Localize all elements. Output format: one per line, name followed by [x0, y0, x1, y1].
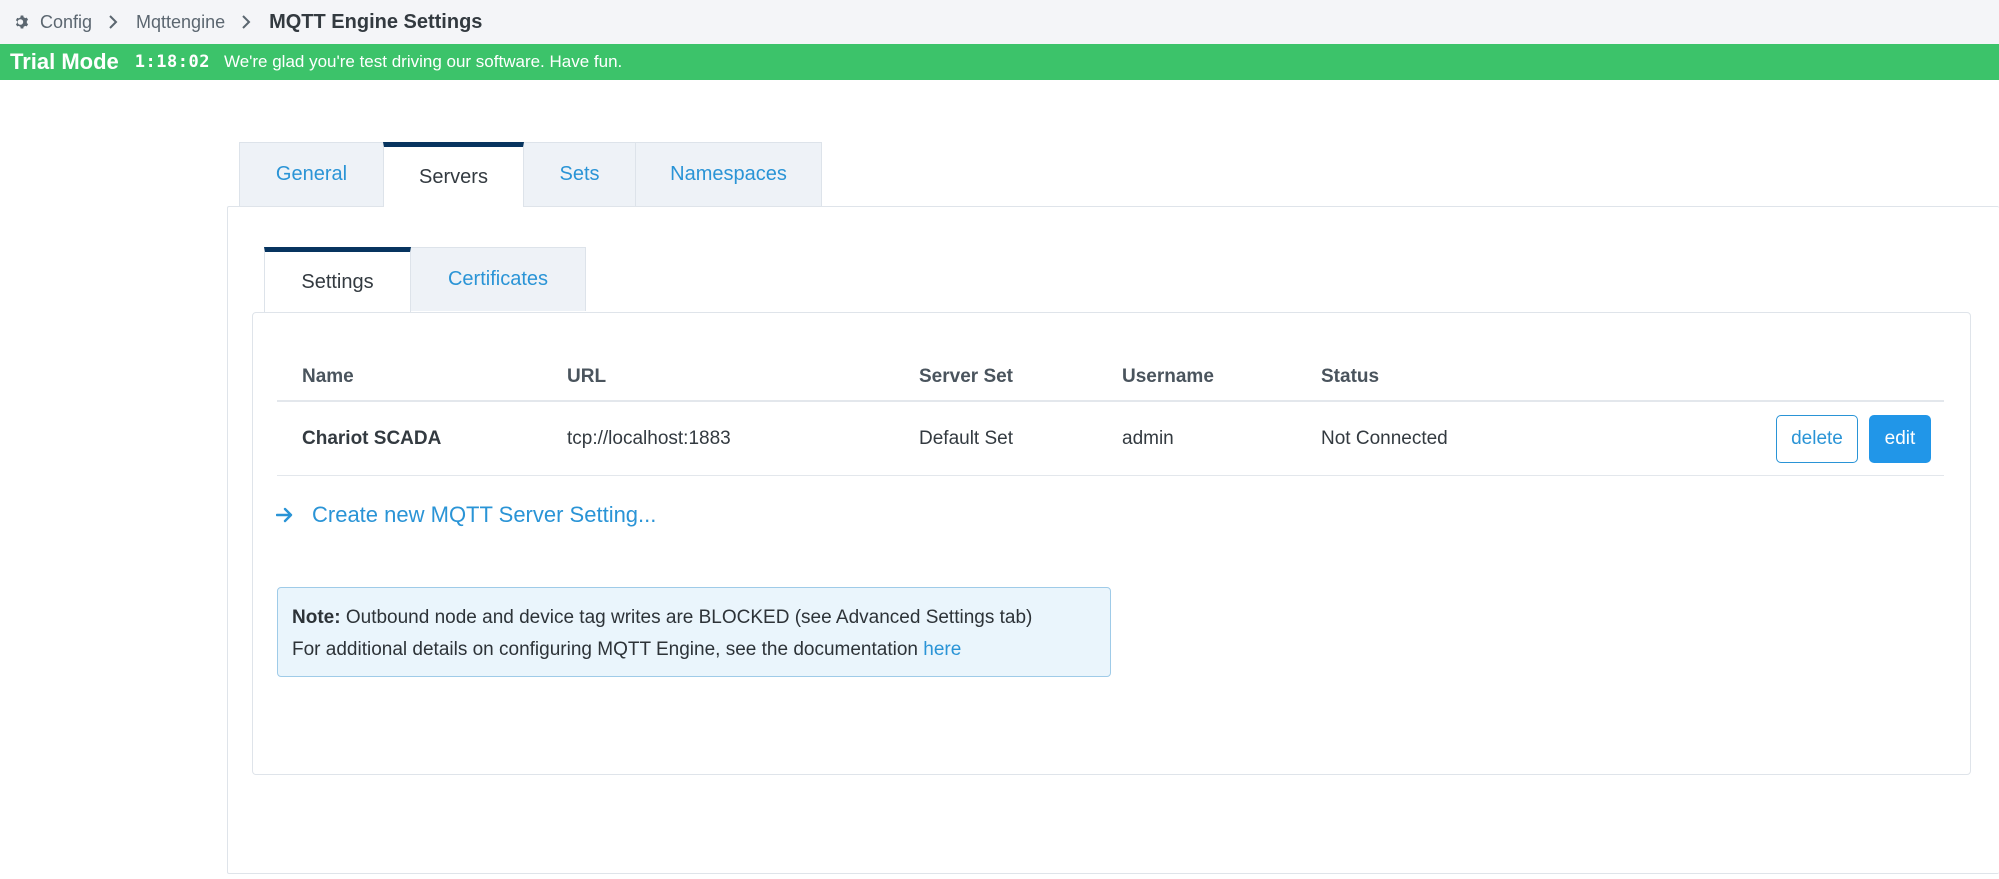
- row-actions: delete edit: [1621, 414, 1944, 463]
- breadcrumb-item-config[interactable]: Config: [14, 12, 92, 33]
- tab-namespaces[interactable]: Namespaces: [635, 142, 822, 206]
- table-header: Name URL Server Set Username Status: [277, 354, 1944, 402]
- documentation-link[interactable]: here: [923, 639, 961, 660]
- note-line-2: For additional details on configuring MQ…: [292, 634, 1110, 666]
- trial-timer: 1:18:02: [134, 52, 210, 72]
- column-header-url: URL: [567, 366, 607, 387]
- cell-username: admin: [1122, 427, 1174, 449]
- delete-button[interactable]: delete: [1776, 414, 1858, 463]
- chevron-right-icon: [242, 15, 251, 29]
- breadcrumb: Config Mqttengine MQTT Engine Settings: [0, 0, 1999, 44]
- gear-icon: [15, 15, 29, 29]
- note-label: Note:: [292, 607, 341, 628]
- trial-mode-label: Trial Mode: [10, 49, 119, 74]
- note-text-1: Outbound node and device tag writes are …: [345, 607, 1033, 628]
- page-title: MQTT Engine Settings: [269, 10, 483, 33]
- edit-button[interactable]: edit: [1869, 414, 1931, 463]
- breadcrumb-item-mqttengine[interactable]: Mqttengine: [136, 12, 225, 33]
- column-header-name: Name: [302, 366, 354, 387]
- cell-status: Not Connected: [1321, 427, 1448, 449]
- trial-message: We're glad you're test driving our softw…: [223, 52, 623, 71]
- cell-server-set: Default Set: [919, 427, 1013, 449]
- arrow-right-icon: [276, 507, 293, 523]
- cell-url: tcp://localhost:1883: [567, 427, 731, 449]
- server-table: Name URL Server Set Username Status Char…: [277, 354, 1944, 476]
- tab-settings[interactable]: Settings: [264, 247, 411, 312]
- tab-sets[interactable]: Sets: [523, 142, 636, 206]
- cell-name: Chariot SCADA: [302, 427, 442, 449]
- top-tabs: General Servers Sets Namespaces: [239, 142, 822, 207]
- column-header-server-set: Server Set: [919, 366, 1014, 387]
- column-header-username: Username: [1122, 366, 1214, 387]
- create-server-setting-link[interactable]: Create new MQTT Server Setting...: [276, 502, 656, 528]
- breadcrumb-label-config[interactable]: Config: [40, 12, 92, 33]
- note-text-2: For additional details on configuring MQ…: [292, 639, 918, 660]
- note-box: Note: Outbound node and device tag write…: [277, 587, 1111, 677]
- tab-general[interactable]: General: [239, 142, 384, 206]
- chevron-right-icon: [109, 15, 118, 29]
- note-line-1: Note: Outbound node and device tag write…: [292, 602, 1110, 634]
- tab-servers[interactable]: Servers: [383, 142, 524, 207]
- create-link-label[interactable]: Create new MQTT Server Setting...: [312, 502, 656, 528]
- trial-banner: Trial Mode 1:18:02 We're glad you're tes…: [0, 44, 1999, 80]
- column-header-status: Status: [1321, 366, 1380, 387]
- sub-tabs: Settings Certificates: [264, 247, 586, 312]
- tab-certificates[interactable]: Certificates: [410, 247, 586, 311]
- table-row: Chariot SCADA tcp://localhost:1883 Defau…: [277, 402, 1944, 476]
